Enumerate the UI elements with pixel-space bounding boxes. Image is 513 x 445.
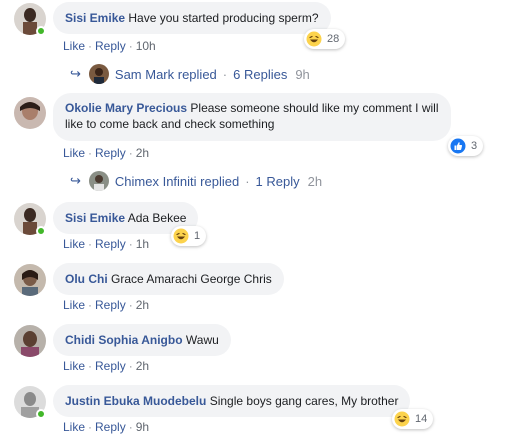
- replier-avatar: [88, 64, 109, 84]
- online-indicator: [36, 409, 46, 419]
- comment-author[interactable]: Chidi Sophia Anigbo: [65, 333, 183, 347]
- comment-time[interactable]: 1h: [136, 237, 149, 251]
- like-link[interactable]: Like: [63, 359, 85, 373]
- online-indicator: [36, 226, 46, 236]
- replier-avatar: [88, 171, 109, 191]
- like-thumb-icon: [450, 138, 466, 154]
- haha-emoji-icon: [394, 411, 410, 427]
- like-link[interactable]: Like: [63, 237, 85, 251]
- comment-text-line2: like to come back and check something: [65, 117, 275, 131]
- reaction-count: 14: [415, 413, 428, 425]
- view-replies-link[interactable]: ↪ Sam Mark replied · 6 Replies 9h: [70, 64, 310, 84]
- reaction-badge[interactable]: 1: [171, 226, 207, 246]
- comment-time[interactable]: 2h: [136, 146, 149, 160]
- haha-emoji-icon: [306, 31, 322, 47]
- comment-actions: Like · Reply · 1h: [63, 237, 150, 251]
- reply-link[interactable]: Reply: [95, 420, 126, 434]
- comment-author[interactable]: Sisi Emike: [65, 211, 125, 225]
- comment-author[interactable]: Okolie Mary Precious: [65, 101, 187, 115]
- reply-arrow-icon: ↪: [70, 173, 81, 188]
- replier-name: Chimex Infiniti replied: [114, 173, 240, 189]
- comment-actions: Like · Reply · 9h: [63, 420, 150, 434]
- comment-text-line1: Please someone should like my comment I …: [190, 101, 439, 115]
- replier-name: Sam Mark replied: [114, 66, 217, 82]
- online-indicator: [36, 26, 46, 36]
- reply-count: 6 Replies: [233, 66, 288, 82]
- reply-time: 2h: [307, 173, 323, 189]
- comment-text: Have you started producing sperm?: [128, 11, 319, 25]
- reply-link[interactable]: Reply: [95, 39, 126, 53]
- comment-time[interactable]: 2h: [136, 359, 149, 373]
- reply-link[interactable]: Reply: [95, 237, 126, 251]
- comment-time[interactable]: 2h: [136, 298, 149, 312]
- reply-link[interactable]: Reply: [95, 359, 126, 373]
- reaction-badge[interactable]: 3: [448, 136, 484, 156]
- comment-bubble: Chidi Sophia Anigbo Wawu: [53, 324, 231, 356]
- like-link[interactable]: Like: [63, 146, 85, 160]
- reply-time: 9h: [295, 66, 310, 82]
- haha-emoji-icon: [173, 228, 189, 244]
- reaction-count: 28: [327, 33, 340, 45]
- comment-author[interactable]: Sisi Emike: [65, 11, 125, 25]
- comment-bubble: Justin Ebuka Muodebelu Single boys gang …: [53, 385, 411, 417]
- comment-bubble: Okolie Mary Precious Please someone shou…: [53, 93, 451, 141]
- comment-text: Grace Amarachi George Chris: [111, 272, 272, 286]
- reaction-count: 1: [194, 230, 201, 242]
- like-link[interactable]: Like: [63, 420, 85, 434]
- reply-count: 1 Reply: [255, 173, 300, 189]
- comment-actions: Like · Reply · 2h: [63, 359, 150, 373]
- comment-text: Wawu: [185, 333, 219, 347]
- avatar[interactable]: [14, 264, 46, 296]
- comment-author[interactable]: Olu Chi: [65, 272, 108, 286]
- view-replies-link[interactable]: ↪ Chimex Infiniti replied · 1 Reply 2h: [70, 171, 322, 191]
- comment-text: Single boys gang cares, My brother: [209, 394, 399, 408]
- reaction-badge[interactable]: 28: [304, 29, 346, 49]
- comment-author[interactable]: Justin Ebuka Muodebelu: [65, 394, 206, 408]
- like-link[interactable]: Like: [63, 39, 85, 53]
- comment-actions: Like · Reply · 2h: [63, 298, 150, 312]
- comment-time[interactable]: 10h: [136, 39, 156, 53]
- comment-bubble: Sisi Emike Have you started producing sp…: [53, 2, 331, 34]
- reply-link[interactable]: Reply: [95, 146, 126, 160]
- reaction-count: 3: [471, 140, 478, 152]
- reply-arrow-icon: ↪: [70, 66, 81, 81]
- avatar[interactable]: [14, 97, 46, 129]
- avatar[interactable]: [14, 325, 46, 357]
- reply-link[interactable]: Reply: [95, 298, 126, 312]
- like-link[interactable]: Like: [63, 298, 85, 312]
- comment-time[interactable]: 9h: [136, 420, 149, 434]
- comment-bubble: Olu Chi Grace Amarachi George Chris: [53, 263, 284, 295]
- comment-actions: Like · Reply · 10h: [63, 39, 156, 53]
- comment-text: Ada Bekee: [127, 211, 187, 225]
- comment-actions: Like · Reply · 2h: [63, 146, 150, 160]
- reaction-badge[interactable]: 14: [392, 409, 434, 429]
